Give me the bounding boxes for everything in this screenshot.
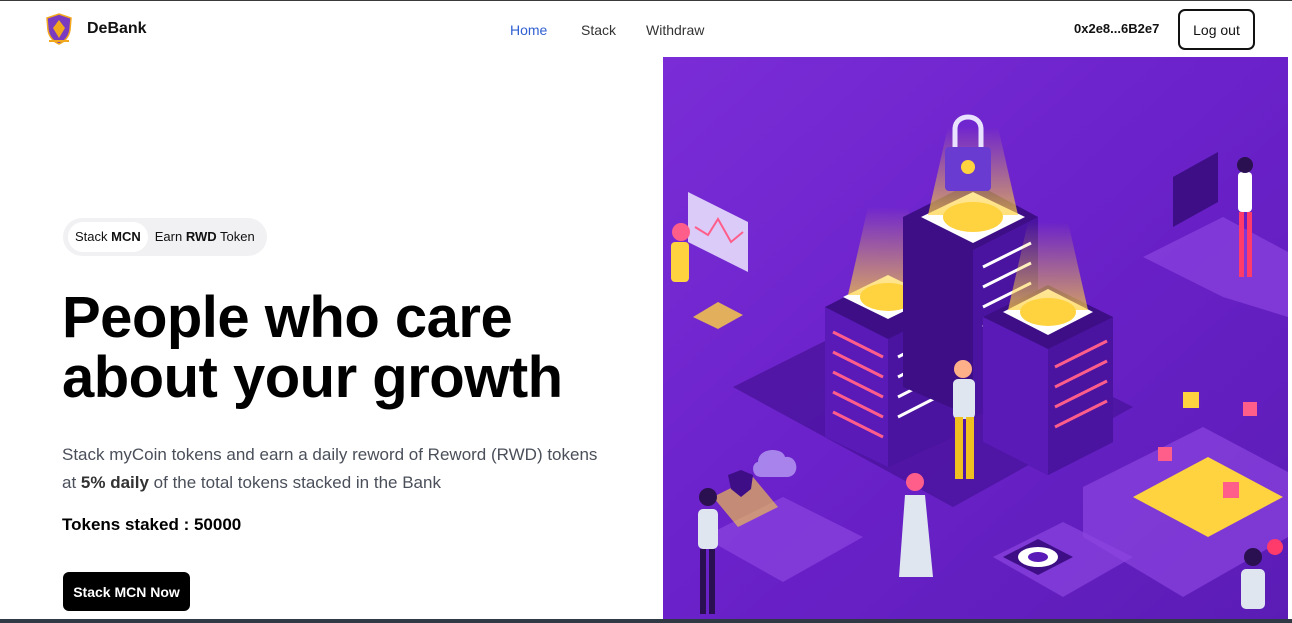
- tokens-staked: Tokens staked : 50000: [62, 515, 242, 534]
- nav-home[interactable]: Home: [510, 22, 547, 38]
- shield-logo-icon[interactable]: [45, 13, 73, 45]
- brand-name[interactable]: DeBank: [87, 20, 147, 38]
- nav-stack[interactable]: Stack: [581, 22, 616, 38]
- hero-description: Stack myCoin tokens and earn a daily rew…: [62, 445, 598, 492]
- stack-now-button[interactable]: Stack MCN Now: [63, 572, 190, 611]
- token-pill: Stack MCN Earn RWD Token: [63, 218, 267, 256]
- wallet-address: 0x2e8...6B2e7: [1074, 21, 1160, 36]
- nav-withdraw[interactable]: Withdraw: [646, 22, 704, 38]
- earn-token-badge: Earn RWD Token: [154, 229, 255, 244]
- tokens-staked-value: 50000: [193, 515, 242, 534]
- stack-token-badge: Stack MCN: [68, 222, 148, 252]
- window-bottom-bar: [0, 619, 1292, 623]
- navbar: DeBank Home Stack Withdraw 0x2e8...6B2e7…: [0, 1, 1292, 57]
- hero-illustration: [663, 57, 1288, 619]
- hero-headline: People who care about your growth: [62, 285, 563, 410]
- isometric-servers-illustration: [663, 57, 1288, 619]
- logout-button[interactable]: Log out: [1178, 9, 1255, 50]
